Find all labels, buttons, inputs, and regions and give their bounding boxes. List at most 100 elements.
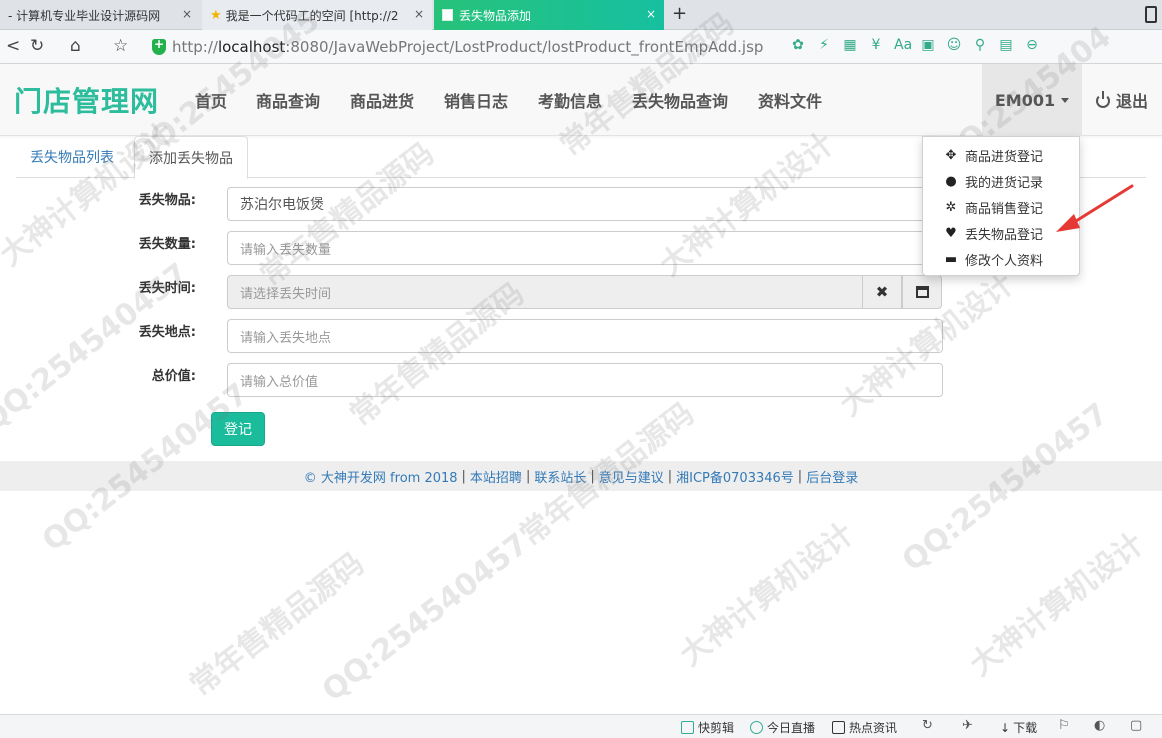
coin-icon[interactable]: ¥ (868, 37, 884, 53)
gift-icon[interactable]: ▣ (920, 37, 936, 53)
nav-lost-product-search[interactable]: 丢失物品查询 (632, 88, 728, 112)
star-icon: ★ (210, 7, 222, 23)
bookmark-star-icon[interactable]: ☆ (113, 36, 128, 56)
tools-icon[interactable]: ✈ (962, 718, 973, 733)
url-path: :8080/JavaWebProject/LostProduct/lostPro… (285, 38, 764, 56)
lost-place-input[interactable]: 请输入丢失地点 (227, 319, 943, 353)
footer-icp[interactable]: 湘ICP备0703346号 (676, 467, 794, 486)
extension-icon[interactable]: ✿ (790, 37, 806, 53)
nav-home[interactable]: 首页 (195, 88, 227, 112)
window-icon[interactable]: ▢ (1130, 718, 1142, 733)
footer-copyright[interactable]: © 大神开发网 from 2018 (304, 467, 458, 486)
calendar-button[interactable] (902, 275, 942, 309)
menu-item-sales-register[interactable]: ✲ 商品销售登记 (923, 194, 1079, 220)
footer-separator: | (461, 468, 466, 484)
minus-circle-icon[interactable]: ⊖ (1024, 37, 1040, 53)
browser-tab-1-title: - 计算机专业毕业设计源码网 (8, 8, 161, 23)
name-label: 丢失物品: (138, 193, 196, 208)
clear-time-button[interactable]: ✖ (862, 275, 902, 309)
url-scheme: http:// (172, 38, 218, 56)
place-label: 丢失地点: (138, 325, 196, 340)
total-price-input[interactable]: 请输入总价值 (227, 363, 943, 397)
nav-sales-log[interactable]: 销售日志 (444, 88, 508, 112)
credit-card-icon: ▬ (944, 251, 958, 267)
menu-item-edit-profile[interactable]: ▬ 修改个人资料 (923, 246, 1079, 272)
play-icon (681, 721, 694, 734)
caret-down-icon (1061, 97, 1070, 103)
menu-item-label: 丢失物品登记 (965, 227, 1044, 243)
lost-time-input[interactable]: 请选择丢失时间 (227, 275, 863, 309)
user-menu-toggle[interactable]: EM001 (982, 64, 1082, 136)
footer: © 大神开发网 from 2018 | 本站招聘 | 联系站长 | 意见与建议 … (0, 461, 1162, 491)
tab-lost-product-list[interactable]: 丢失物品列表 (16, 136, 128, 178)
browser-tab-3-active[interactable]: 丢失物品添加 × (434, 0, 664, 30)
nav-files[interactable]: 资料文件 (758, 88, 822, 112)
footer-recruit[interactable]: 本站招聘 (470, 467, 522, 486)
url-field[interactable]: http://localhost:8080/JavaWebProject/Los… (152, 33, 782, 61)
lost-count-input[interactable]: 请输入丢失数量 (227, 231, 943, 265)
browser-tab-1[interactable]: - 计算机专业毕业设计源码网 × (0, 0, 200, 30)
flag-icon[interactable]: ⚐ (1058, 718, 1070, 733)
power-icon (1096, 91, 1110, 108)
browser-tab-2[interactable]: ★ 我是一个代码工的空间 [http://2 × (202, 0, 432, 30)
window-icon[interactable] (1145, 6, 1157, 23)
close-icon: ✖ (875, 283, 889, 301)
browser-icon[interactable]: ◐ (1094, 718, 1105, 733)
menu-item-purchase-register[interactable]: ✥ 商品进货登记 (923, 142, 1079, 168)
refresh-icon[interactable]: ↻ (30, 36, 44, 56)
time-label: 丢失时间: (138, 281, 196, 296)
status-item-news[interactable]: 热点资讯 (832, 719, 897, 736)
apps-icon[interactable]: ▦ (842, 37, 858, 53)
logout-link[interactable]: 退出 (1096, 88, 1148, 112)
nav-product-search[interactable]: 商品查询 (256, 88, 320, 112)
menu-item-label: 我的进货记录 (965, 175, 1044, 191)
home-icon[interactable]: ⌂ (70, 36, 81, 56)
footer-admin-login[interactable]: 后台登录 (806, 467, 858, 486)
address-bar: < ↻ ⌂ ☆ http://localhost:8080/JavaWebPro… (0, 30, 1162, 64)
magnifier-icon[interactable]: ⚲ (972, 37, 988, 53)
download-icon: ↓ (1000, 720, 1011, 735)
calendar-icon (915, 286, 929, 298)
menu-item-label: 商品进货登记 (965, 149, 1044, 165)
url-host: localhost (217, 38, 286, 56)
footer-contact[interactable]: 联系站长 (534, 467, 586, 486)
menu-item-label: 商品销售登记 (965, 201, 1044, 217)
product-name-field[interactable]: 苏泊尔电饭煲 (227, 187, 943, 221)
status-item-label: 热点资讯 (849, 721, 898, 735)
user-dropdown-menu: ✥ 商品进货登记 ● 我的进货记录 ✲ 商品销售登记 ♥ 丢失物品登记 ▬ 修改… (922, 136, 1080, 276)
browser-tab-3-title: 丢失物品添加 (459, 8, 532, 23)
nav-attendance[interactable]: 考勤信息 (538, 88, 602, 112)
book-icon[interactable]: ▤ (998, 37, 1014, 53)
watermark-text: 大神计算机设计 (673, 516, 861, 674)
heart-icon: ♥ (945, 225, 957, 241)
menu-item-lost-product-register[interactable]: ♥ 丢失物品登记 (923, 220, 1079, 246)
cog-icon: ✲ (945, 199, 957, 215)
nav-purchase[interactable]: 商品进货 (350, 88, 414, 112)
pdf-icon[interactable]: Aa (894, 37, 912, 53)
browser-status-bar: 快剪辑 今日直播 热点资讯 ↻ ✈ ↓ 下载 ⚐ ◐ ▢ (0, 714, 1162, 738)
new-tab-button[interactable]: + (672, 3, 687, 24)
status-item-download[interactable]: ↓ 下载 (1000, 719, 1037, 736)
close-icon[interactable]: × (414, 7, 424, 21)
close-icon[interactable]: × (646, 7, 656, 21)
menu-item-my-purchases[interactable]: ● 我的进货记录 (923, 168, 1079, 194)
refresh-icon[interactable]: ↻ (922, 718, 933, 733)
tab-add-lost-product[interactable]: 添加丢失物品 (134, 136, 248, 179)
page-icon (442, 9, 453, 21)
footer-feedback[interactable]: 意见与建议 (599, 467, 664, 486)
app-header: 门店管理网 首页 商品查询 商品进货 销售日志 考勤信息 丢失物品查询 资料文件… (0, 64, 1162, 136)
user-id: EM001 (994, 90, 1056, 110)
footer-separator: | (667, 468, 673, 484)
status-item-label: 今日直播 (767, 721, 816, 735)
lightning-icon[interactable]: ⚡ (816, 37, 832, 53)
brand-logo[interactable]: 门店管理网 (14, 80, 159, 120)
close-icon[interactable]: × (182, 7, 192, 21)
status-item-clip[interactable]: 快剪辑 (681, 719, 734, 736)
submit-button[interactable]: 登记 (211, 412, 265, 446)
browser-tab-strip: - 计算机专业毕业设计源码网 × ★ 我是一个代码工的空间 [http://2 … (0, 0, 1162, 30)
mask-icon[interactable]: ☺ (946, 37, 962, 53)
back-icon[interactable]: < (6, 36, 20, 56)
status-item-label: 快剪辑 (698, 721, 735, 735)
status-item-live[interactable]: 今日直播 (750, 719, 815, 736)
user-icon: ● (945, 173, 957, 189)
